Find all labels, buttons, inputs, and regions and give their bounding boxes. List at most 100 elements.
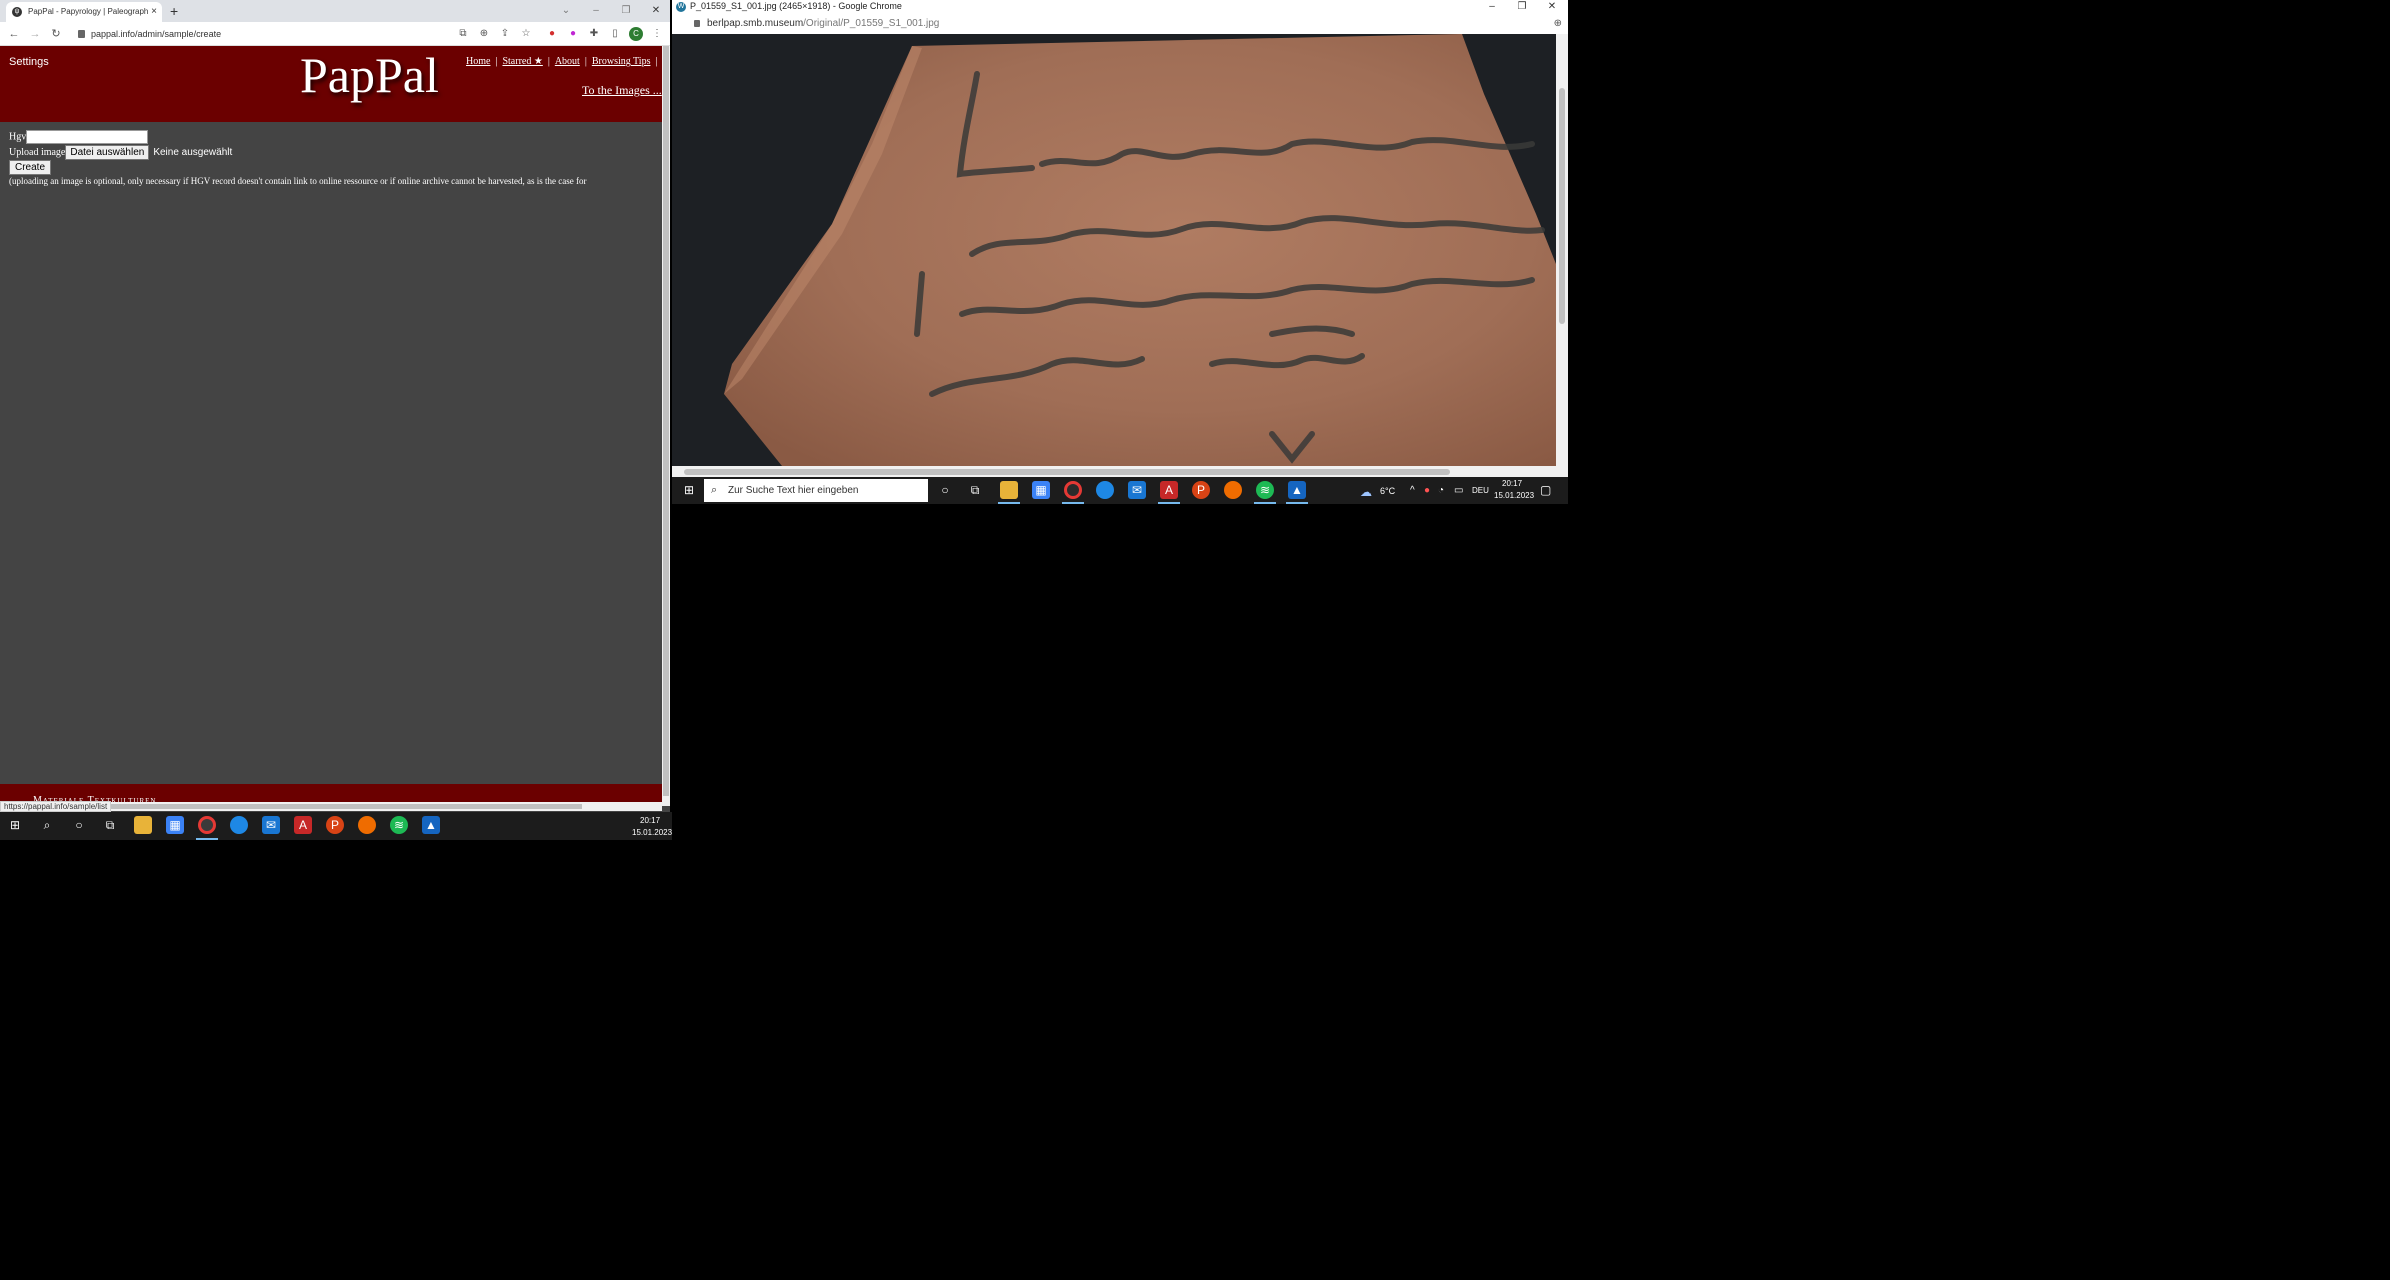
weather-temp[interactable]: 6°C: [1380, 486, 1395, 496]
minimize-icon[interactable]: –: [582, 0, 610, 22]
search-icon[interactable]: ⌕: [38, 816, 56, 834]
clock-date[interactable]: 15.01.2023: [632, 828, 672, 837]
site-header: Settings PapPal Home | Starred ★ | About | Bro…: [0, 46, 662, 122]
search-icon: ⌕: [711, 484, 718, 496]
extension-purple-icon[interactable]: ●: [567, 28, 579, 40]
site-nav: Home | Starred ★ | About | Browsing Tips |: [466, 56, 658, 67]
mail-icon[interactable]: ✉: [262, 816, 280, 834]
taskbar: ⊞ ⌕ Zur Suche Text hier eingeben ○ ⧉ ▦ ✉…: [672, 477, 1568, 504]
url-text: pappal.info/admin/sample/create: [91, 29, 222, 39]
zoom-icon[interactable]: ⊕: [1554, 18, 1562, 29]
new-tab-button[interactable]: +: [170, 2, 178, 20]
notifications-icon[interactable]: ▢: [1540, 483, 1551, 497]
photos-icon[interactable]: ▲: [1288, 481, 1306, 499]
battery-icon[interactable]: ▭: [1454, 485, 1463, 496]
address-bar-row: ← → ↻ pappal.info/admin/sample/create ⧉ …: [0, 22, 670, 46]
nav-browsing-tips[interactable]: Browsing Tips: [592, 56, 651, 67]
clock-date[interactable]: 15.01.2023: [1494, 491, 1534, 500]
chrome-icon[interactable]: [198, 816, 216, 834]
reload-icon[interactable]: ↻: [48, 22, 64, 46]
spotify-icon[interactable]: ≋: [1256, 481, 1274, 499]
tab-pappal[interactable]: ψ PapPal - Papyrology | Paleograph ×: [6, 2, 162, 22]
cortana-icon[interactable]: ○: [936, 481, 954, 499]
windows-start-icon[interactable]: ⊞: [6, 816, 24, 834]
to-images-link[interactable]: To the Images ...: [582, 83, 662, 98]
firefox-icon[interactable]: [358, 816, 376, 834]
bookmark-star-icon[interactable]: ☆: [520, 28, 532, 40]
translate-icon[interactable]: ⧉: [457, 28, 469, 40]
cortana-icon[interactable]: ○: [70, 816, 88, 834]
profile-avatar[interactable]: C: [629, 27, 643, 41]
wifi-icon[interactable]: ◔: [1438, 485, 1444, 496]
chrome-icon[interactable]: [1064, 481, 1082, 499]
tab-close-icon[interactable]: ×: [151, 2, 157, 22]
nav-about[interactable]: About: [555, 56, 580, 67]
window-title: P_01559_S1_001.jpg (2465×1918) - Google …: [690, 1, 902, 11]
pappal-favicon-icon: ψ: [12, 7, 22, 17]
tab-search-chevron-icon[interactable]: ⌄: [552, 0, 580, 22]
menu-kebab-icon[interactable]: ⋮: [651, 28, 663, 40]
hgv-input[interactable]: [26, 130, 149, 144]
task-view-icon[interactable]: ⧉: [966, 481, 984, 499]
url-path: /Original/P_01559_S1_001.jpg: [803, 18, 940, 29]
file-status: Keine ausgewählt: [153, 146, 233, 158]
forward-arrow-icon[interactable]: →: [27, 22, 43, 46]
left-browser-window: ψ PapPal - Papyrology | Paleograph × + ⌄…: [0, 0, 670, 816]
choose-file-button[interactable]: Datei auswählen: [65, 145, 150, 160]
store-icon[interactable]: ▦: [1032, 481, 1050, 499]
mail-icon[interactable]: ✉: [1128, 481, 1146, 499]
vertical-scrollbar[interactable]: [1556, 34, 1568, 466]
hgv-row: Hgv: [9, 130, 149, 144]
horizontal-scrollbar[interactable]: [672, 466, 1568, 477]
wordpress-favicon-icon: W: [676, 2, 686, 12]
firefox-icon[interactable]: [1224, 481, 1242, 499]
vertical-scrollbar[interactable]: [662, 46, 670, 806]
nav-home[interactable]: Home: [466, 56, 490, 67]
address-bar-row: berlpap.smb.museum/Original/P_01559_S1_0…: [672, 15, 1568, 34]
side-panel-icon[interactable]: ▯: [609, 28, 621, 40]
close-window-icon[interactable]: ✕: [642, 0, 670, 22]
photos-icon[interactable]: ▲: [422, 816, 440, 834]
nav-starred[interactable]: Starred ★: [502, 56, 542, 67]
tray-chevron-icon[interactable]: ^: [1410, 485, 1415, 496]
restore-icon[interactable]: ❐: [612, 0, 640, 22]
edge-icon[interactable]: [230, 816, 248, 834]
search-placeholder: Zur Suche Text hier eingeben: [728, 485, 859, 496]
settings-link[interactable]: Settings: [9, 56, 49, 68]
zoom-icon[interactable]: ⊕: [478, 28, 490, 40]
hgv-label: Hgv: [9, 131, 27, 143]
windows-start-icon[interactable]: ⊞: [680, 481, 698, 499]
store-icon[interactable]: ▦: [166, 816, 184, 834]
tray-app-icon[interactable]: ●: [1424, 485, 1430, 496]
file-explorer-icon[interactable]: [134, 816, 152, 834]
powerpoint-icon[interactable]: P: [1192, 481, 1210, 499]
share-icon[interactable]: ⇪: [499, 28, 511, 40]
back-arrow-icon[interactable]: ←: [6, 22, 22, 46]
task-view-icon[interactable]: ⧉: [101, 816, 119, 834]
acrobat-icon[interactable]: A: [294, 816, 312, 834]
edge-icon[interactable]: [1096, 481, 1114, 499]
address-bar[interactable]: pappal.info/admin/sample/create: [78, 27, 221, 41]
url-host: berlpap.smb.museum: [707, 18, 804, 29]
ostracon-photo: [672, 34, 1556, 466]
upload-row: Upload image Datei auswählen Keine ausgewä…: [9, 145, 232, 160]
language-indicator[interactable]: DEU: [1472, 486, 1489, 495]
ostracon-image[interactable]: [672, 34, 1556, 466]
address-bar[interactable]: berlpap.smb.museum/Original/P_01559_S1_0…: [694, 18, 939, 29]
extension-red-icon[interactable]: ●: [546, 28, 558, 40]
status-url-bubble: https://pappal.info/sample/list: [0, 801, 112, 812]
clock-time[interactable]: 20:17: [640, 816, 660, 825]
file-explorer-icon[interactable]: [1000, 481, 1018, 499]
create-button[interactable]: Create: [9, 160, 52, 175]
powerpoint-icon[interactable]: P: [326, 816, 344, 834]
spotify-icon[interactable]: ≋: [390, 816, 408, 834]
clock-time[interactable]: 20:17: [1502, 479, 1522, 488]
acrobat-icon[interactable]: A: [1160, 481, 1178, 499]
tab-strip: ψ PapPal - Papyrology | Paleograph × + ⌄…: [0, 0, 670, 22]
nav-tail: |: [655, 56, 658, 67]
site-logo[interactable]: PapPal: [300, 46, 439, 104]
tab-title: PapPal - Papyrology | Paleograph: [28, 7, 149, 16]
taskbar-search-input[interactable]: ⌕ Zur Suche Text hier eingeben: [704, 479, 928, 502]
extensions-puzzle-icon[interactable]: ✚: [588, 28, 600, 40]
weather-cloud-icon[interactable]: ☁: [1360, 485, 1372, 499]
